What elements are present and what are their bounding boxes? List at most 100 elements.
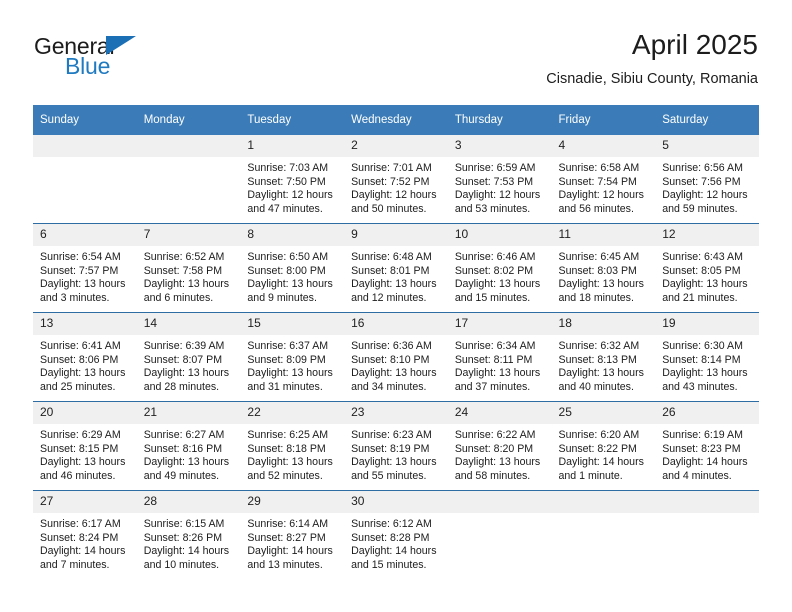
day-details: Sunrise: 6:58 AM Sunset: 7:54 PM Daylight:… [552,157,656,216]
day-number: 16 [344,313,448,335]
daylight-text-line2: and 58 minutes. [454,469,531,482]
day-details: Sunrise: 6:19 AM Sunset: 8:23 PM Daylight:… [655,424,759,483]
day-details: Sunrise: 6:32 AM Sunset: 8:13 PM Daylight:… [552,335,656,394]
daylight-text-line1: Daylight: 14 hours [558,456,644,469]
calendar-day-cell[interactable]: 8 Sunrise: 6:50 AM Sunset: 8:00 PM Daylight… [240,223,345,313]
calendar-day-cell[interactable]: 23 Sunrise: 6:23 AM Sunset: 8:19 PM Dayligh… [344,401,448,491]
calendar-day-cell[interactable]: 28 Sunrise: 6:15 AM Sunset: 8:26 PM Dayligh… [136,490,241,579]
calendar-day-cell[interactable]: 1 Sunrise: 7:03 AM Sunset: 7:50 PM Daylight… [240,135,345,224]
calendar-day-cell[interactable]: 2 Sunrise: 7:01 AM Sunset: 7:52 PM Daylight… [344,135,448,224]
calendar-day-cell[interactable]: 30 Sunrise: 6:12 AM Sunset: 8:28 PM Dayligh… [344,490,448,579]
calendar-day-cell[interactable]: 12 Sunrise: 6:43 AM Sunset: 8:05 PM Dayligh… [655,223,759,313]
daylight-text-line1: Daylight: 12 hours [558,189,644,202]
day-details: Sunrise: 6:36 AM Sunset: 8:10 PM Daylight:… [344,335,448,394]
calendar-header-row: Sunday Monday Tuesday Wednesday Thursday… [33,105,759,135]
page-subtitle: Cisnadie, Sibiu County, Romania [546,71,758,87]
calendar-day-cell[interactable]: 22 Sunrise: 6:25 AM Sunset: 8:18 PM Dayligh… [240,401,345,491]
daylight-text-line2: and 46 minutes. [40,469,116,482]
sunrise-text: Sunrise: 6:36 AM [351,340,432,352]
sunset-text: Sunset: 8:02 PM [454,264,534,277]
day-number: 24 [447,402,552,424]
calendar-day-cell[interactable]: 6 Sunrise: 6:54 AM Sunset: 7:57 PM Daylight… [33,223,137,313]
calendar-day-cell[interactable]: 24 Sunrise: 6:22 AM Sunset: 8:20 PM Dayligh… [447,401,552,491]
calendar-week-row: 27 Sunrise: 6:17 AM Sunset: 8:24 PM Dayligh… [33,490,759,579]
calendar-day-cell[interactable]: 16 Sunrise: 6:36 AM Sunset: 8:10 PM Dayligh… [344,312,448,402]
sunrise-text: Sunrise: 6:30 AM [662,340,743,352]
sunset-text: Sunset: 8:27 PM [247,531,326,544]
calendar-day-cell[interactable]: 10 Sunrise: 6:46 AM Sunset: 8:02 PM Dayligh… [447,223,552,313]
calendar-day-cell[interactable]: 3 Sunrise: 6:59 AM Sunset: 7:53 PM Daylight… [447,135,552,224]
calendar-day-cell[interactable]: 20 Sunrise: 6:29 AM Sunset: 8:15 PM Dayligh… [33,401,137,491]
title-block: April 2025 Cisnadie, Sibiu County, Roman… [546,28,758,90]
sunrise-text: Sunrise: 6:23 AM [351,429,432,441]
daylight-text-line2: and 49 minutes. [143,469,220,482]
day-number: 29 [240,491,345,513]
calendar-day-cell[interactable]: 29 Sunrise: 6:14 AM Sunset: 8:27 PM Dayligh… [240,490,345,579]
sunset-text: Sunset: 7:58 PM [143,264,223,277]
day-details: Sunrise: 7:03 AM Sunset: 7:50 PM Daylight:… [240,157,344,216]
calendar-day-cell[interactable]: 17 Sunrise: 6:34 AM Sunset: 8:11 PM Dayligh… [447,312,552,402]
day-details: Sunrise: 6:59 AM Sunset: 7:53 PM Daylight:… [448,157,552,216]
calendar-day-cell[interactable]: 18 Sunrise: 6:32 AM Sunset: 8:13 PM Dayligh… [551,312,656,402]
daylight-text-line1: Daylight: 13 hours [143,367,230,380]
day-number: 9 [344,224,448,246]
daylight-text-line2: and 40 minutes. [558,380,634,393]
daylight-text-line2: and 12 minutes. [351,291,427,304]
calendar-day-cell[interactable]: 26 Sunrise: 6:19 AM Sunset: 8:23 PM Dayligh… [655,401,759,491]
page-header: General Blue April 2025 Cisnadie, Sibiu … [34,28,758,98]
daylight-text-line2: and 59 minutes. [662,202,738,215]
weekday-header-saturday: Saturday [655,105,759,135]
day-number: 13 [33,313,137,335]
calendar-day-cell[interactable]: 13 Sunrise: 6:41 AM Sunset: 8:06 PM Dayligh… [33,312,137,402]
day-number: 18 [551,313,656,335]
day-number: 22 [240,402,345,424]
sunset-text: Sunset: 8:15 PM [40,442,119,455]
day-details: Sunrise: 6:27 AM Sunset: 8:16 PM Daylight:… [137,424,241,483]
logo-text-blue: Blue [65,53,111,79]
sunrise-text: Sunrise: 7:01 AM [351,162,432,174]
calendar-week-row: 6 Sunrise: 6:54 AM Sunset: 7:57 PM Daylight… [33,223,759,313]
day-number: 19 [655,313,759,335]
calendar-day-cell[interactable]: 21 Sunrise: 6:27 AM Sunset: 8:16 PM Dayligh… [136,401,241,491]
daylight-text-line2: and 55 minutes. [351,469,427,482]
sunrise-text: Sunrise: 6:54 AM [40,251,121,263]
sunrise-text: Sunrise: 6:52 AM [143,251,225,263]
day-number: 2 [344,135,448,157]
sunrise-text: Sunrise: 6:34 AM [454,340,536,352]
calendar-day-cell[interactable]: 5 Sunrise: 6:56 AM Sunset: 7:56 PM Daylight… [655,135,759,224]
daylight-text-line2: and 52 minutes. [247,469,323,482]
sunset-text: Sunset: 8:03 PM [558,264,637,277]
day-number [136,135,241,157]
day-details: Sunrise: 6:25 AM Sunset: 8:18 PM Daylight:… [240,424,344,483]
calendar-day-cell[interactable]: 11 Sunrise: 6:45 AM Sunset: 8:03 PM Dayligh… [551,223,656,313]
sunrise-text: Sunrise: 6:48 AM [351,251,432,263]
daylight-text-line2: and 53 minutes. [454,202,531,215]
sunset-text: Sunset: 7:52 PM [351,175,430,188]
calendar-day-cell[interactable]: 19 Sunrise: 6:30 AM Sunset: 8:14 PM Dayligh… [655,312,759,402]
daylight-text-line1: Daylight: 13 hours [40,456,126,469]
daylight-text-line1: Daylight: 14 hours [40,545,126,558]
day-details: Sunrise: 6:50 AM Sunset: 8:00 PM Daylight:… [240,246,344,305]
calendar-day-cell[interactable]: 7 Sunrise: 6:52 AM Sunset: 7:58 PM Daylight… [136,223,241,313]
daylight-text-line2: and 28 minutes. [143,380,220,393]
sunrise-text: Sunrise: 6:39 AM [143,340,225,352]
sunrise-text: Sunrise: 6:45 AM [558,251,640,263]
calendar-day-cell[interactable]: 4 Sunrise: 6:58 AM Sunset: 7:54 PM Daylight… [551,135,656,224]
calendar-day-cell[interactable]: 14 Sunrise: 6:39 AM Sunset: 8:07 PM Dayligh… [136,312,241,402]
sunrise-text: Sunrise: 6:15 AM [143,518,225,530]
sunset-text: Sunset: 8:01 PM [351,264,430,277]
day-number [447,491,552,513]
sunrise-text: Sunrise: 6:43 AM [662,251,743,263]
daylight-text-line1: Daylight: 14 hours [247,545,333,558]
calendar-day-cell[interactable]: 15 Sunrise: 6:37 AM Sunset: 8:09 PM Dayligh… [240,312,345,402]
sunrise-text: Sunrise: 6:58 AM [558,162,640,174]
sunset-text: Sunset: 8:22 PM [558,442,637,455]
day-details: Sunrise: 6:41 AM Sunset: 8:06 PM Daylight:… [33,335,137,394]
sunset-text: Sunset: 8:26 PM [143,531,223,544]
sunset-text: Sunset: 7:53 PM [454,175,534,188]
calendar-day-cell[interactable]: 27 Sunrise: 6:17 AM Sunset: 8:24 PM Dayligh… [33,490,137,579]
sunset-text: Sunset: 8:16 PM [143,442,223,455]
calendar-day-cell[interactable]: 25 Sunrise: 6:20 AM Sunset: 8:22 PM Dayligh… [551,401,656,491]
calendar-empty-cell [655,490,759,579]
calendar-day-cell[interactable]: 9 Sunrise: 6:48 AM Sunset: 8:01 PM Daylight… [344,223,448,313]
